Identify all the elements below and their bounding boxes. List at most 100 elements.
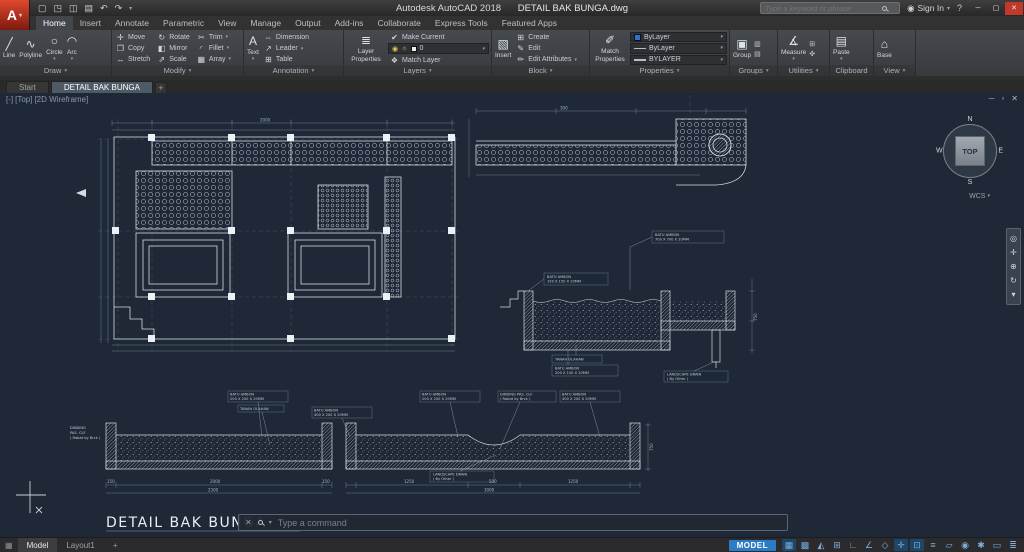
quick-calc-icon[interactable]: ⊞ [809, 40, 815, 48]
group-button[interactable]: ▣ Group [732, 32, 752, 65]
save-icon[interactable]: ◫ [69, 3, 78, 14]
rotate-button[interactable]: ↻ Rotate [155, 32, 192, 42]
tab-add-ins[interactable]: Add-ins [328, 16, 371, 30]
polar-tracking-icon[interactable]: ∠ [862, 539, 876, 551]
layout-tabs-menu-icon[interactable]: ▦ [0, 541, 18, 550]
minimize-button[interactable]: ─ [969, 2, 987, 15]
quick-access-caret-icon[interactable]: ▾ [129, 5, 132, 12]
copy-button[interactable]: ❐ Copy [114, 43, 152, 53]
viewport-minimize-icon[interactable]: ─ [989, 94, 995, 103]
command-close-icon[interactable]: ✕ [245, 518, 252, 527]
navbar-more-icon[interactable]: ▾ [1011, 290, 1015, 299]
search-icon[interactable] [882, 6, 887, 11]
transparency-icon[interactable]: ▱ [942, 539, 956, 551]
viewcube-north[interactable]: N [967, 116, 972, 123]
tab-output[interactable]: Output [288, 16, 328, 30]
help-icon[interactable]: ? [957, 3, 962, 13]
lineweight-dropdown[interactable]: BYLAYER ▾ [630, 55, 727, 65]
ortho-icon[interactable]: ∟ [846, 539, 860, 551]
snap-icon[interactable]: ▩ [798, 539, 812, 551]
id-point-icon[interactable]: ✜ [809, 50, 815, 58]
panel-groups-footer[interactable]: Groups ▾ [730, 65, 777, 76]
tab-express-tools[interactable]: Express Tools [428, 16, 495, 30]
file-tab-document[interactable]: DETAIL BAK BUNGA [51, 81, 153, 93]
trim-button[interactable]: ✂ Trim ▾ [195, 32, 233, 42]
viewport-close-icon[interactable]: ✕ [1011, 94, 1018, 103]
cad-drawing-canvas[interactable]: BATU AMBON 700 X 700 X 20MM BATU AMBON 1… [0, 93, 1024, 537]
make-current-button[interactable]: ✔ Make Current [388, 32, 489, 42]
circle-button[interactable]: ○ Circle ▾ [45, 32, 64, 65]
panel-layers-footer[interactable]: Layers ▾ [344, 65, 491, 76]
table-button[interactable]: ⊞ Table [262, 55, 311, 65]
viewcube-south[interactable]: S [968, 179, 973, 186]
model-tab[interactable]: Model [18, 538, 58, 552]
polyline-button[interactable]: ∿ Polyline [18, 32, 43, 65]
undo-icon[interactable]: ↶ [100, 3, 108, 14]
new-icon[interactable]: ▢ [38, 3, 47, 14]
tab-collaborate[interactable]: Collaborate [370, 16, 427, 30]
add-layout-button[interactable]: + [104, 538, 127, 552]
clean-screen-icon[interactable]: ▭ [990, 539, 1004, 551]
isodraft-icon[interactable]: ◇ [878, 539, 892, 551]
file-tab-start[interactable]: Start [6, 81, 49, 93]
edit-block-button[interactable]: ✎ Edit [514, 44, 579, 54]
scale-button[interactable]: ⇗ Scale [155, 54, 192, 64]
viewcube-top-face[interactable]: TOP [955, 136, 985, 166]
dimension-button[interactable]: ⇔ Dimension [262, 33, 311, 43]
tab-insert[interactable]: Insert [73, 16, 108, 30]
maximize-button[interactable]: ▢ [987, 2, 1005, 15]
tab-home[interactable]: Home [36, 16, 73, 30]
command-search-icon[interactable] [258, 520, 263, 525]
arc-button[interactable]: ◠ Arc ▾ [66, 32, 78, 65]
viewport-view-menu[interactable]: [Top] [15, 95, 32, 104]
panel-modify-footer[interactable]: Modify ▾ [112, 65, 243, 76]
customization-icon[interactable]: ≣ [1006, 539, 1020, 551]
leader-button[interactable]: ↗ Leader ▾ [262, 44, 311, 54]
sign-in-button[interactable]: ◉ Sign In ▾ [907, 3, 950, 14]
mirror-button[interactable]: ◧ Mirror [155, 43, 192, 53]
panel-view-footer[interactable]: View ▾ [874, 65, 915, 76]
move-button[interactable]: ✛ Move [114, 32, 152, 42]
panel-annotation-footer[interactable]: Annotation ▾ [244, 65, 343, 76]
search-input[interactable] [765, 4, 879, 13]
selection-cycling-icon[interactable]: ◉ [958, 539, 972, 551]
viewcube[interactable]: TOP N S W E [938, 119, 1002, 183]
panel-draw-footer[interactable]: Draw ▾ [0, 65, 111, 76]
orbit-icon[interactable]: ↻ [1010, 276, 1017, 285]
match-layer-button[interactable]: ❖ Match Layer [388, 55, 489, 65]
layer-properties-button[interactable]: ≣ Layer Properties [346, 32, 386, 65]
text-button[interactable]: A Text ▾ [246, 32, 260, 65]
infer-constraints-icon[interactable]: ◭ [814, 539, 828, 551]
viewport-visual-style-menu[interactable]: [2D Wireframe] [34, 95, 88, 104]
steering-wheel-icon[interactable]: ◎ [1010, 234, 1017, 243]
grid-icon[interactable]: ▦ [782, 539, 796, 551]
tab-parametric[interactable]: Parametric [156, 16, 211, 30]
edit-attributes-button[interactable]: ✏ Edit Attributes ▾ [514, 55, 579, 65]
stretch-button[interactable]: ↔ Stretch [114, 54, 152, 64]
pan-icon[interactable]: ✛ [1010, 248, 1017, 257]
line-button[interactable]: ╱ Line [2, 32, 16, 65]
layer-dropdown[interactable]: ◉ ☼ 0 ▾ [388, 43, 489, 54]
command-input[interactable] [278, 518, 781, 528]
workspace-gear-icon[interactable]: ✱ [974, 539, 988, 551]
create-block-button[interactable]: ⊞ Create [514, 33, 579, 43]
dynamic-input-icon[interactable]: ⊞ [830, 539, 844, 551]
close-button[interactable]: ✕ [1005, 2, 1023, 15]
tab-view[interactable]: View [211, 16, 243, 30]
command-line[interactable]: ✕ ▾ [238, 514, 788, 531]
help-search-box[interactable] [760, 2, 900, 14]
drawing-viewport[interactable]: BATU AMBON 700 X 700 X 20MM BATU AMBON 1… [0, 93, 1024, 537]
tab-manage[interactable]: Manage [243, 16, 288, 30]
linetype-dropdown[interactable]: ByLayer ▾ [630, 43, 727, 53]
lineweight-icon[interactable]: ≡ [926, 539, 940, 551]
ungroup-icon[interactable]: ▥ [754, 40, 761, 48]
measure-button[interactable]: ∡ Measure ▾ [780, 32, 807, 65]
panel-block-footer[interactable]: Block ▾ [492, 65, 589, 76]
viewcube-west[interactable]: W [936, 148, 943, 155]
tab-featured-apps[interactable]: Featured Apps [495, 16, 564, 30]
viewport-restore-icon[interactable]: ▫ [1001, 94, 1004, 103]
open-icon[interactable]: ◳ [54, 3, 63, 14]
fillet-button[interactable]: ◜ Fillet ▾ [195, 43, 233, 53]
model-space-badge[interactable]: MODEL [729, 540, 776, 551]
object-snap-tracking-icon[interactable]: ✛ [894, 539, 908, 551]
